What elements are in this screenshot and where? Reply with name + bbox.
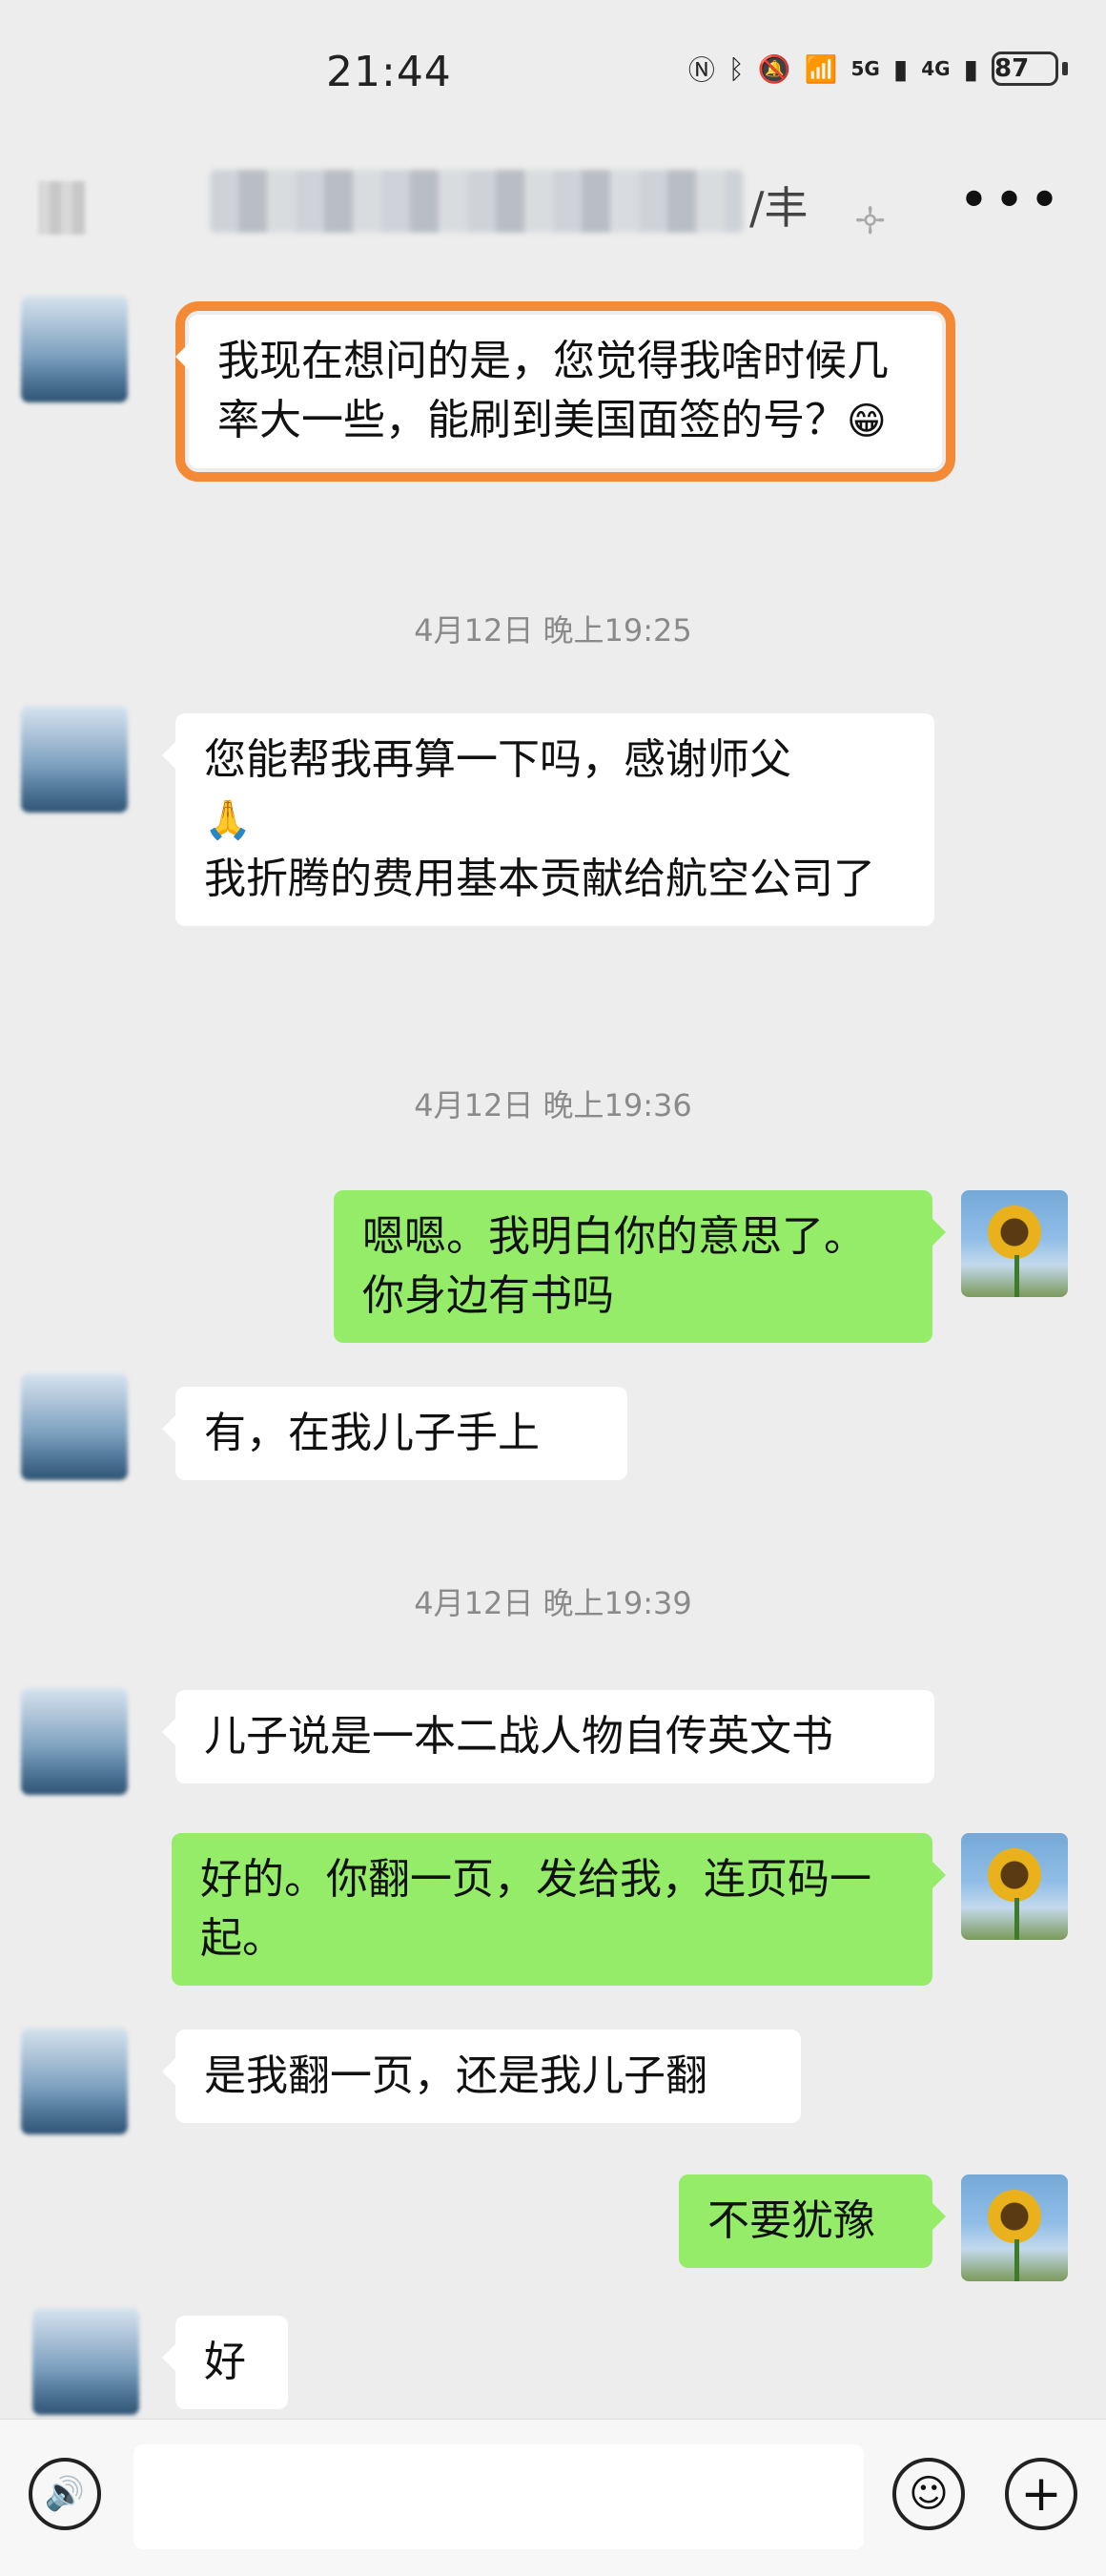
my-avatar[interactable]	[961, 1190, 1068, 1297]
pray-emoji-icon: 🙏	[204, 798, 252, 842]
signal-bars-icon: ▮	[892, 52, 909, 85]
contact-avatar[interactable]	[21, 1373, 128, 1480]
voice-input-button[interactable]: 🔊	[29, 2458, 101, 2530]
voice-icon: 🔊	[44, 2475, 86, 2513]
status-bar: 21:44 Ⓝ ᛒ 🔕 📶 5G ▮ 4G ▮ 87	[0, 0, 1106, 153]
contact-avatar[interactable]	[21, 296, 128, 402]
message-timestamp: 4月12日 晚上19:36	[414, 1087, 692, 1123]
plus-icon: +	[1020, 2465, 1062, 2523]
message-bubble-incoming[interactable]: 好	[162, 2316, 288, 2409]
message-text: 有，在我儿子手上	[204, 1409, 540, 1457]
contact-avatar[interactable]	[32, 2308, 139, 2415]
battery-tip	[1062, 62, 1068, 75]
chat-title: /丰	[749, 182, 809, 234]
bluetooth-icon: ᛒ	[727, 52, 745, 85]
sunflower-icon	[988, 1848, 1041, 1902]
status-time: 21:44	[326, 48, 452, 96]
message-text: 我现在想问的是，您觉得我啥时候几率大一些，能刷到美国面签的号？	[217, 337, 889, 444]
message-bubble-outgoing[interactable]: 好的。你翻一页，发给我，连页码一起。	[172, 1833, 946, 1986]
battery-icon: 87	[992, 52, 1058, 86]
sunflower-icon	[988, 1206, 1041, 1259]
back-button[interactable]	[38, 181, 86, 235]
earpiece-mode-icon: 🝊	[854, 199, 887, 243]
status-icons: Ⓝ ᛒ 🔕 📶 5G ▮ 4G ▮ 87	[688, 50, 1068, 88]
wifi-icon: 📶	[804, 52, 838, 85]
smiley-icon: ☺	[909, 2472, 949, 2516]
mute-icon: 🔕	[757, 52, 791, 85]
message-text: 是我翻一页，还是我儿子翻	[204, 2051, 707, 2100]
5g-signal-icon: 5G	[850, 57, 880, 80]
message-timestamp: 4月12日 晚上19:39	[414, 1585, 692, 1621]
grin-emoji-icon: 😁	[847, 400, 887, 443]
my-avatar[interactable]	[961, 1833, 1068, 1940]
4g-signal-icon: 4G	[921, 57, 951, 80]
message-bubble-outgoing[interactable]: 嗯嗯。我明白你的意思了。你身边有书吗	[334, 1190, 946, 1343]
nfc-icon: Ⓝ	[687, 54, 715, 86]
more-options-button[interactable]: •••	[958, 170, 1064, 232]
message-bubble-incoming[interactable]: 是我翻一页，还是我儿子翻	[162, 2030, 801, 2123]
more-functions-button[interactable]: +	[1005, 2458, 1077, 2530]
message-input[interactable]	[133, 2444, 864, 2549]
message-text: 您能帮我再算一下吗，感谢师父	[204, 735, 791, 784]
chat-header: /丰 🝊 •••	[0, 153, 1106, 267]
message-bubble-outgoing[interactable]: 不要犹豫	[679, 2174, 946, 2268]
input-bar: 🔊 ☺ +	[0, 2419, 1106, 2576]
message-timestamp: 4月12日 晚上19:25	[414, 612, 692, 649]
contact-avatar[interactable]	[21, 1688, 128, 1795]
message-bubble-incoming[interactable]: 有，在我儿子手上	[162, 1387, 627, 1480]
chat-title-blurred	[210, 170, 744, 233]
message-text: 不要犹豫	[707, 2196, 875, 2245]
message-text: 我折腾的费用基本贡献给航空公司了	[204, 855, 875, 903]
message-text: 嗯嗯。我明白你的意思了。你身边有书吗	[362, 1212, 866, 1320]
signal-bars-icon: ▮	[963, 52, 978, 85]
my-avatar[interactable]	[961, 2174, 1068, 2281]
sunflower-icon	[988, 2190, 1041, 2243]
message-text: 好	[204, 2338, 246, 2386]
message-text: 好的。你翻一页，发给我，连页码一起。	[200, 1855, 871, 1963]
message-bubble-incoming[interactable]: 您能帮我再算一下吗，感谢师父 🙏 我折腾的费用基本贡献给航空公司了	[162, 713, 934, 926]
contact-avatar[interactable]	[21, 2028, 128, 2134]
emoji-button[interactable]: ☺	[892, 2458, 965, 2530]
contact-avatar[interactable]	[21, 706, 128, 813]
message-bubble-incoming[interactable]: 我现在想问的是，您觉得我啥时候几率大一些，能刷到美国面签的号？😁	[175, 301, 955, 482]
message-text: 儿子说是一本二战人物自传英文书	[204, 1712, 833, 1761]
message-bubble-incoming[interactable]: 儿子说是一本二战人物自传英文书	[162, 1690, 934, 1783]
